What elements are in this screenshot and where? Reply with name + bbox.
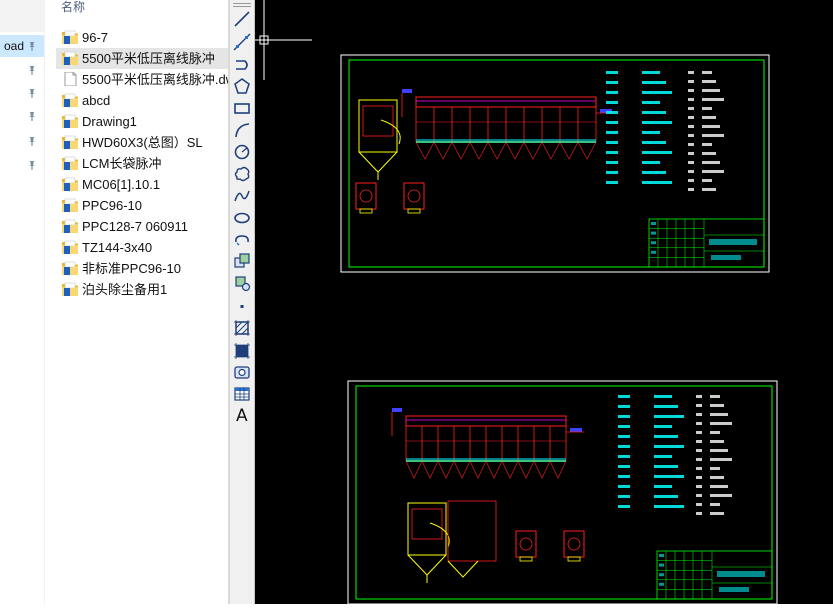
drawing-sheet-2 [347, 380, 778, 605]
pin-icon[interactable] [27, 136, 37, 146]
file-name: abcd [82, 93, 111, 108]
spline-icon [234, 190, 250, 202]
file-list-item[interactable]: HWD60X3(总图）SL [56, 132, 228, 153]
file-list-item[interactable]: MC06[1].10.1 [56, 174, 228, 195]
toolbar-button[interactable] [231, 32, 253, 52]
toolbar-button[interactable]: A [231, 406, 253, 426]
dwg-file-icon [64, 72, 77, 86]
toolbar-grip[interactable] [233, 3, 251, 7]
file-list-item[interactable]: 泊头除尘备用1 [56, 279, 228, 300]
cad-drawing-canvas[interactable] [255, 0, 833, 605]
line-tool-icon [234, 11, 250, 27]
file-name: PPC96-10 [82, 198, 142, 213]
toolbar-button[interactable] [231, 98, 253, 118]
file-list-item[interactable]: 5500平米低压离线脉冲 [56, 48, 228, 69]
polygon-icon [234, 78, 250, 94]
ellipse-icon [234, 212, 250, 224]
toolbar-button[interactable] [231, 251, 253, 271]
file-list-item[interactable]: LCM长袋脉冲 [56, 153, 228, 174]
file-list-item[interactable]: PPC96-10 [56, 195, 228, 216]
polyline-icon [236, 60, 248, 70]
toolbar-button[interactable] [231, 186, 253, 206]
file-name: 96-7 [82, 30, 109, 45]
folder-icon [62, 114, 78, 128]
toolbar-button[interactable] [231, 208, 253, 228]
file-name: 5500平米低压离线脉冲 [82, 51, 215, 66]
toolbar-button[interactable] [231, 384, 253, 404]
pin-icon[interactable] [27, 65, 37, 75]
quick-access-label: oad [3, 39, 24, 53]
point-icon [240, 305, 244, 308]
construction-line-icon [233, 33, 251, 51]
quick-access-pane: oadcad教开箱、凡cad设全套cad三视图H:) FAST [0, 0, 44, 604]
folder-icon [62, 282, 78, 296]
file-name: 非标准PPC96-10 [82, 261, 181, 276]
pin-icon[interactable] [27, 111, 37, 121]
drawing-sheet-1 [340, 54, 770, 273]
table-icon [234, 387, 250, 401]
file-name: 5500平米低压离线脉冲.dwg [82, 72, 228, 87]
pin-icon[interactable] [27, 160, 37, 170]
toolbar-button[interactable] [231, 9, 253, 29]
file-name: LCM长袋脉冲 [82, 156, 162, 171]
file-name: TZ144-3x40 [82, 240, 153, 255]
circle-icon [234, 144, 250, 160]
gradient-icon [234, 343, 250, 359]
file-list-item[interactable]: PPC128-7 060911 [56, 216, 228, 237]
toolbar-button[interactable] [231, 318, 253, 338]
folder-icon [62, 30, 78, 44]
multiline-text-icon: A [236, 406, 248, 426]
file-name: PPC128-7 060911 [82, 219, 189, 234]
file-list-item[interactable]: abcd [56, 90, 228, 111]
make-block-icon [235, 276, 251, 292]
folder-icon [62, 261, 78, 275]
pin-icon[interactable] [27, 41, 37, 51]
folder-icon [62, 51, 78, 65]
file-name: MC06[1].10.1 [82, 177, 161, 192]
toolbar-button[interactable] [231, 341, 253, 361]
file-list-item[interactable]: Drawing1 [56, 111, 228, 132]
toolbar-button[interactable] [231, 142, 253, 162]
toolbar-button[interactable] [231, 362, 253, 382]
file-list-item[interactable]: 96-7 [56, 27, 228, 48]
toolbar-button[interactable] [231, 296, 253, 316]
toolbar-button[interactable] [231, 120, 253, 140]
region-icon [234, 366, 250, 379]
arc-icon [235, 123, 250, 138]
folder-icon [62, 93, 78, 107]
file-list-pane: 名称 96-7 5500平米低压离线脉冲 5500平米低压离线脉冲.dwg abcd D… [45, 0, 228, 604]
folder-icon [62, 240, 78, 254]
folder-icon [62, 219, 78, 233]
file-list-item[interactable]: 非标准PPC96-10 [56, 258, 228, 279]
rectangle-icon [234, 103, 250, 114]
toolbar-button[interactable] [231, 55, 253, 75]
insert-block-icon [234, 253, 250, 268]
file-list-item[interactable]: TZ144-3x40 [56, 237, 228, 258]
file-list-item[interactable]: 5500平米低压离线脉冲.dwg [56, 69, 228, 90]
cad-draw-toolbar: A [230, 0, 255, 604]
hatch-icon [234, 320, 250, 336]
crosshair-cursor [255, 0, 312, 80]
file-name: 泊头除尘备用1 [82, 282, 168, 297]
ellipse-arc-icon [235, 235, 249, 246]
toolbar-button[interactable] [231, 273, 253, 293]
folder-icon [62, 198, 78, 212]
column-header-name[interactable]: 名称 [61, 0, 85, 16]
pin-icon[interactable] [27, 88, 37, 98]
cad-model-space[interactable] [255, 0, 833, 605]
folder-icon [62, 177, 78, 191]
file-name: HWD60X3(总图）SL [82, 135, 203, 150]
file-name: Drawing1 [82, 114, 137, 129]
toolbar-button[interactable] [231, 76, 253, 96]
quick-access-header [0, 0, 44, 32]
toolbar-button[interactable] [231, 230, 253, 250]
revision-cloud-icon [234, 166, 250, 182]
toolbar-button[interactable] [231, 164, 253, 184]
quick-access-item[interactable]: oad [0, 35, 44, 57]
folder-icon [62, 156, 78, 170]
folder-icon [62, 135, 78, 149]
